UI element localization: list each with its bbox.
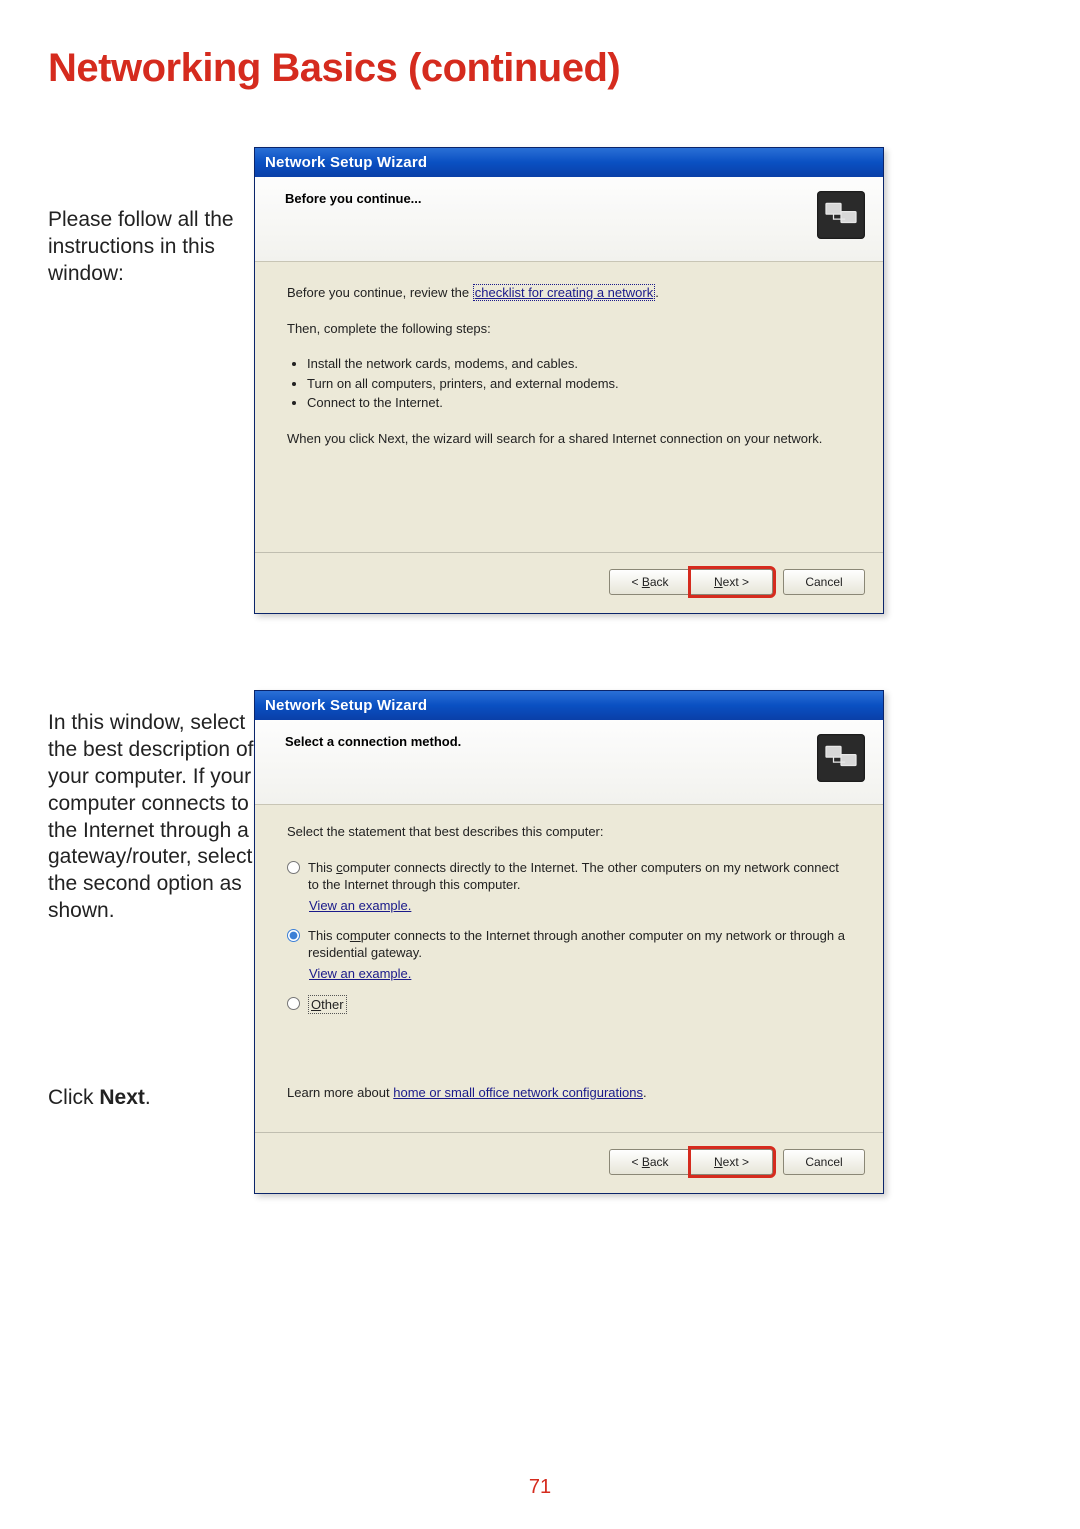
instruction-text-2: In this window, select the best descript… xyxy=(48,690,254,1112)
click-next-prefix: Click xyxy=(48,1086,99,1109)
wizard1-review-suffix: . xyxy=(655,285,659,300)
wizard2-button-row: < Back Next > Cancel xyxy=(255,1133,883,1193)
wizard1-button-row: < Back Next > Cancel xyxy=(255,553,883,613)
learn-more-prefix: Learn more about xyxy=(287,1085,393,1100)
back-button[interactable]: < Back xyxy=(609,1149,691,1175)
radio-option-1[interactable]: This computer connects directly to the I… xyxy=(287,859,851,913)
radio-direct[interactable] xyxy=(287,861,300,874)
list-item: Install the network cards, modems, and c… xyxy=(307,355,851,373)
wizard1-body: Before you continue, review the checklis… xyxy=(255,262,883,552)
view-example-link-1[interactable]: View an example. xyxy=(287,898,851,913)
cancel-button[interactable]: Cancel xyxy=(783,1149,865,1175)
wizard1-titlebar: Network Setup Wizard xyxy=(255,148,883,177)
next-button[interactable]: Next > xyxy=(691,1149,773,1175)
click-next-suffix: . xyxy=(145,1086,151,1109)
network-computers-icon xyxy=(817,734,865,782)
learn-more-link[interactable]: home or small office network configurati… xyxy=(393,1085,643,1100)
wizard-window-1: Network Setup Wizard Before you continue… xyxy=(254,147,884,614)
radio-option-3[interactable]: Other xyxy=(287,995,851,1015)
instruction-text-1: Please follow all the instructions in th… xyxy=(48,147,254,288)
wizard2-learn-more: Learn more about home or small office ne… xyxy=(287,1084,851,1102)
back-button[interactable]: < Back xyxy=(609,569,691,595)
wizard2-select-statement: Select the statement that best describes… xyxy=(287,823,851,841)
wizard2-titlebar: Network Setup Wizard xyxy=(255,691,883,720)
radio-gateway[interactable] xyxy=(287,929,300,942)
section-1: Please follow all the instructions in th… xyxy=(48,147,1032,614)
radio-direct-label: This computer connects directly to the I… xyxy=(308,859,851,894)
radio-option-2[interactable]: This computer connects to the Internet t… xyxy=(287,927,851,981)
section-2: In this window, select the best descript… xyxy=(48,690,1032,1194)
wizard1-header-title: Before you continue... xyxy=(285,191,422,206)
wizard2-header: Select a connection method. xyxy=(255,720,883,805)
radio-other[interactable] xyxy=(287,997,300,1010)
wizard1-steps-list: Install the network cards, modems, and c… xyxy=(287,355,851,412)
radio-other-label: Other xyxy=(308,995,347,1015)
wizard2-body: Select the statement that best describes… xyxy=(255,805,883,1132)
click-next-bold: Next xyxy=(99,1086,145,1109)
instruction-2-body: In this window, select the best descript… xyxy=(48,711,253,922)
click-next-line: Click Next. xyxy=(48,1085,254,1112)
page-title: Networking Basics (continued) xyxy=(48,46,1032,91)
cancel-button[interactable]: Cancel xyxy=(783,569,865,595)
learn-more-suffix: . xyxy=(643,1085,647,1100)
wizard1-review-prefix: Before you continue, review the xyxy=(287,285,473,300)
next-button[interactable]: Next > xyxy=(691,569,773,595)
list-item: Connect to the Internet. xyxy=(307,394,851,412)
wizard1-steps-intro: Then, complete the following steps: xyxy=(287,320,851,338)
wizard1-review-line: Before you continue, review the checklis… xyxy=(287,284,851,302)
view-example-link-2[interactable]: View an example. xyxy=(287,966,851,981)
radio-gateway-label: This computer connects to the Internet t… xyxy=(308,927,851,962)
wizard1-footer-note: When you click Next, the wizard will sea… xyxy=(287,430,851,448)
wizard2-header-title: Select a connection method. xyxy=(285,734,461,749)
checklist-link[interactable]: checklist for creating a network xyxy=(473,284,655,301)
page-number: 71 xyxy=(0,1476,1080,1499)
wizard-window-2: Network Setup Wizard Select a connection… xyxy=(254,690,884,1194)
list-item: Turn on all computers, printers, and ext… xyxy=(307,375,851,393)
network-computers-icon xyxy=(817,191,865,239)
wizard1-header: Before you continue... xyxy=(255,177,883,262)
